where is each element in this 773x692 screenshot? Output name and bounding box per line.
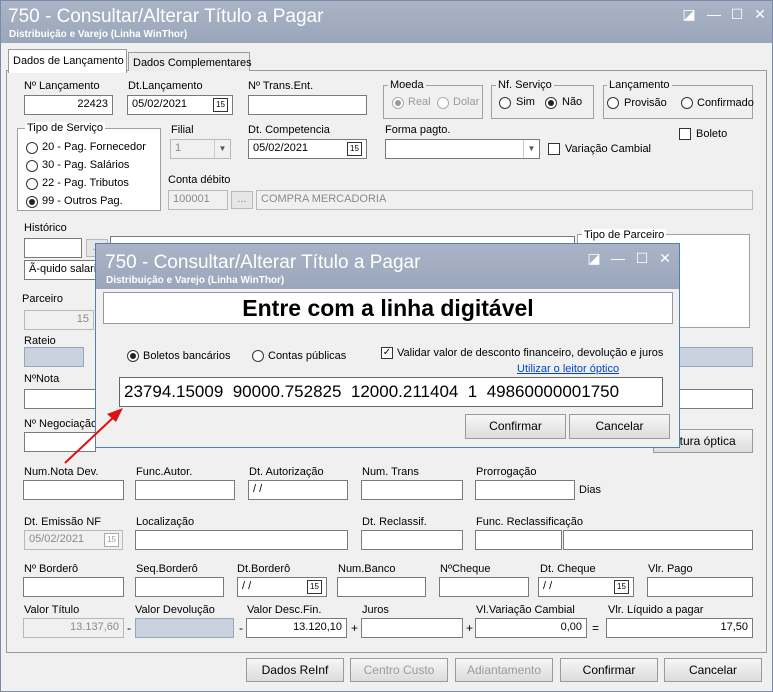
annotation-arrow [64, 408, 123, 464]
tab-dados-lancamento[interactable]: Dados de Lançamento [8, 49, 127, 73]
